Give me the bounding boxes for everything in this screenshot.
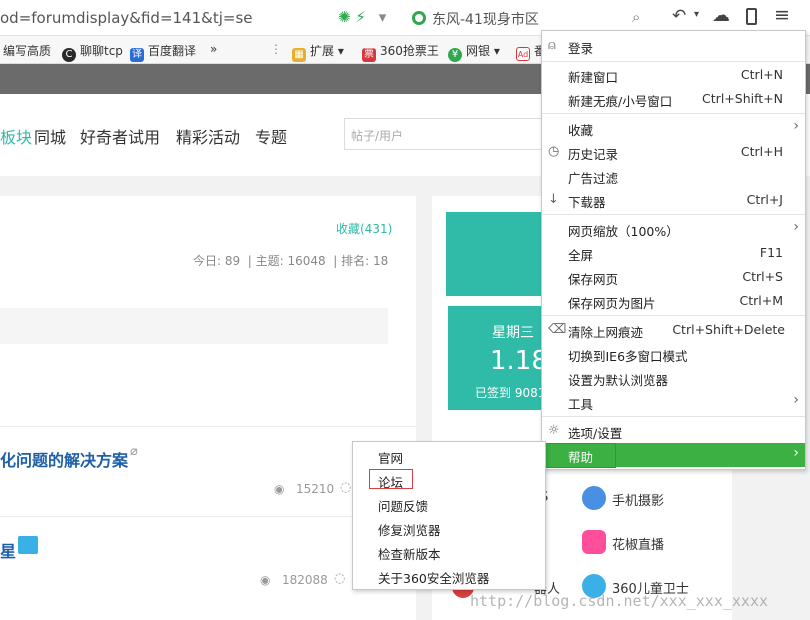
views-icon: ◉ <box>274 482 285 496</box>
menu-icon[interactable]: ≡ <box>774 4 790 26</box>
search-box[interactable]: 东风-41现身市区 ⌕ <box>410 5 660 31</box>
comment-icon: ◌ <box>334 571 346 586</box>
nav-item-city[interactable]: 同城 <box>34 124 66 148</box>
separator-icon: ⋮ <box>270 42 282 56</box>
divider <box>0 426 416 427</box>
menu-item-incognito[interactable]: 新建无痕/小号窗口 Ctrl+Shift+N <box>542 87 805 111</box>
camera-icon[interactable] <box>582 486 606 510</box>
submenu-item-about[interactable]: 关于360安全浏览器 <box>378 568 489 587</box>
ticket-icon: 票 <box>362 48 376 62</box>
menu-item-adblock[interactable]: 广告过滤 <box>542 164 805 188</box>
forum-highlight-box <box>369 469 413 489</box>
menu-separator <box>542 113 805 114</box>
menu-separator <box>542 61 805 62</box>
url-field[interactable]: od=forumdisplay&fid=141&tj=se <box>0 9 253 27</box>
bookmarks-more-button[interactable]: » <box>210 42 217 56</box>
menu-item-fullscreen[interactable]: 全屏 F11 <box>542 241 805 265</box>
bookmark-item[interactable]: 票 360抢票王 <box>362 42 439 62</box>
menu-item-ie6-mode[interactable]: 切换到IE6多窗口模式 <box>542 342 805 366</box>
user-icon: ⍝ <box>548 38 556 53</box>
chrome-icon[interactable]: ✺ <box>338 8 351 26</box>
app-label[interactable]: 花椒直播 <box>612 534 664 553</box>
menu-item-downloads[interactable]: ↓ 下载器 Ctrl+J <box>542 188 805 212</box>
translate-icon: 译 <box>130 48 144 62</box>
menu-item-default-browser[interactable]: 设置为默认浏览器 <box>542 366 805 390</box>
thread-title[interactable]: 化问题的解决方案 <box>0 447 128 471</box>
views-icon: ◉ <box>260 573 271 587</box>
search-engine-icon <box>412 11 426 25</box>
forum-stats: 今日: 89 | 主题: 16048 | 排名: 18 <box>193 254 389 268</box>
nav-item-boards[interactable]: 板块 <box>0 124 32 148</box>
app-label[interactable]: 手机摄影 <box>612 490 664 509</box>
filter-bar <box>0 308 388 344</box>
bookmark-item[interactable]: 译百度翻译 <box>130 42 196 62</box>
extension-icon: ▦ <box>292 48 306 62</box>
submenu-item-website[interactable]: 官网 <box>378 448 403 467</box>
bookmark-item[interactable]: 编写高质 <box>3 42 51 59</box>
clock-icon: ◷ <box>548 144 560 159</box>
address-icons: ✺ ⚡ ▾ <box>338 8 386 26</box>
menu-separator <box>542 416 805 417</box>
bookmark-item[interactable]: ¥ 网银 ▾ <box>448 42 500 62</box>
download-icon: ↓ <box>548 192 559 207</box>
favorites-link[interactable]: 收藏(431) <box>336 220 392 237</box>
attachment-icon: ⌀ <box>130 444 138 459</box>
menu-item-zoom[interactable]: 网页缩放（100%） › <box>542 217 805 241</box>
lightning-icon[interactable]: ⚡ <box>355 8 366 26</box>
help-highlight-box <box>537 443 616 468</box>
menu-item-tools[interactable]: 工具 › <box>542 390 805 414</box>
chevron-down-icon[interactable]: ▾ <box>379 8 387 26</box>
chevron-right-icon: › <box>793 445 799 461</box>
thread-title[interactable]: 星 <box>0 538 16 562</box>
nav-item-events[interactable]: 精彩活动 <box>176 124 240 148</box>
search-icon[interactable]: ⌕ <box>632 8 640 26</box>
image-icon <box>18 536 38 554</box>
nav-item-topics[interactable]: 专题 <box>255 124 287 148</box>
bookmark-item[interactable]: C 聊聊tcp <box>62 42 123 62</box>
chevron-right-icon: › <box>793 392 799 408</box>
submenu-item-repair[interactable]: 修复浏览器 <box>378 520 441 539</box>
watermark: http://blog.csdn.net/xxx_xxx_xxxx <box>470 592 769 610</box>
live-stream-icon[interactable] <box>582 530 606 554</box>
menu-separator <box>542 214 805 215</box>
bank-icon: ¥ <box>448 48 462 62</box>
help-submenu: 官网 论坛 问题反馈 修复浏览器 检查新版本 关于360安全浏览器 <box>352 441 546 590</box>
signin-day: 星期三 <box>492 325 534 341</box>
bookmark-item[interactable]: ▦ 扩展 ▾ <box>292 42 344 62</box>
trash-icon: ⌫ <box>548 322 567 337</box>
search-input[interactable]: 东风-41现身市区 <box>432 9 539 29</box>
forum-search-input[interactable]: 帖子/用户 <box>344 118 544 150</box>
nav-item-trial[interactable]: 好奇者试用 <box>80 124 160 148</box>
menu-item-save-page[interactable]: 保存网页 Ctrl+S <box>542 265 805 289</box>
chevron-down-icon[interactable]: ▾ <box>694 9 699 20</box>
submenu-item-check-update[interactable]: 检查新版本 <box>378 544 441 563</box>
thread-views: 15210 <box>296 482 335 496</box>
comment-icon: ◌ <box>340 480 352 495</box>
menu-item-save-as-image[interactable]: 保存网页为图片 Ctrl+M <box>542 289 805 313</box>
menu-item-clear-history[interactable]: ⌫ 清除上网痕迹 Ctrl+Shift+Delete <box>542 318 805 342</box>
signin-count: 已签到 9081 <box>475 386 546 400</box>
cloud-icon[interactable]: ☁ <box>712 5 730 26</box>
menu-separator <box>542 315 805 316</box>
chevron-right-icon: › <box>793 118 799 134</box>
menu-item-history[interactable]: ◷ 历史记录 Ctrl+H <box>542 140 805 164</box>
thread-views: 182088 <box>282 573 328 587</box>
bookmark-icon: C <box>62 48 76 62</box>
menu-item-favorites[interactable]: 收藏 › <box>542 116 805 140</box>
phone-icon[interactable] <box>746 8 757 25</box>
menu-item-settings[interactable]: ☼ 选项/设置 <box>542 419 805 443</box>
chevron-right-icon: › <box>793 219 799 235</box>
menu-item-login[interactable]: ⍝ 登录 <box>542 34 805 58</box>
menu-item-new-window[interactable]: 新建窗口 Ctrl+N <box>542 63 805 87</box>
undo-icon[interactable]: ↶ <box>672 6 686 26</box>
bookmark-icon: Ad <box>516 47 530 61</box>
submenu-item-feedback[interactable]: 问题反馈 <box>378 496 428 515</box>
gear-icon: ☼ <box>548 423 560 438</box>
forum-search-placeholder: 帖子/用户 <box>351 129 404 143</box>
signin-value: 1.18 <box>490 346 548 376</box>
browser-main-menu: ⍝ 登录 新建窗口 Ctrl+N 新建无痕/小号窗口 Ctrl+Shift+N 收藏 ›… <box>541 30 806 470</box>
